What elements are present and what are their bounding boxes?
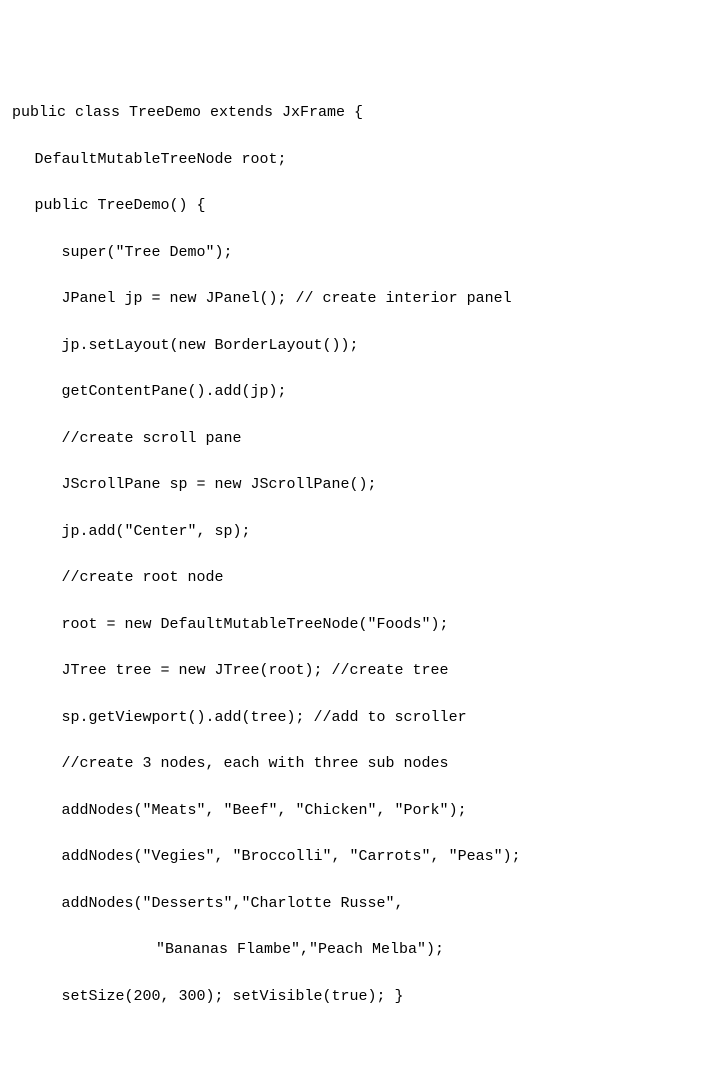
code-line: super("Tree Demo");: [12, 241, 708, 264]
code-line: addNodes("Vegies", "Broccolli", "Carrots…: [12, 845, 708, 868]
code-line: JPanel jp = new JPanel(); // create inte…: [12, 287, 708, 310]
code-line: public class TreeDemo extends JxFrame {: [12, 101, 708, 124]
code-line: jp.add("Center", sp);: [12, 520, 708, 543]
code-line: //create root node: [12, 566, 708, 589]
code-line: JTree tree = new JTree(root); //create t…: [12, 659, 708, 682]
code-line: public TreeDemo() {: [12, 194, 708, 217]
code-line: root = new DefaultMutableTreeNode("Foods…: [12, 613, 708, 636]
code-line: //create scroll pane: [12, 427, 708, 450]
code-line: getContentPane().add(jp);: [12, 380, 708, 403]
code-line: "Bananas Flambe","Peach Melba");: [12, 938, 708, 961]
code-line: setSize(200, 300); setVisible(true); }: [12, 985, 708, 1008]
code-line: //create 3 nodes, each with three sub no…: [12, 752, 708, 775]
code-line: addNodes("Meats", "Beef", "Chicken", "Po…: [12, 799, 708, 822]
code-line: DefaultMutableTreeNode root;: [12, 148, 708, 171]
code-line: jp.setLayout(new BorderLayout());: [12, 334, 708, 357]
code-line: JScrollPane sp = new JScrollPane();: [12, 473, 708, 496]
code-line: addNodes("Desserts","Charlotte Russe",: [12, 892, 708, 915]
code-line: sp.getViewport().add(tree); //add to scr…: [12, 706, 708, 729]
